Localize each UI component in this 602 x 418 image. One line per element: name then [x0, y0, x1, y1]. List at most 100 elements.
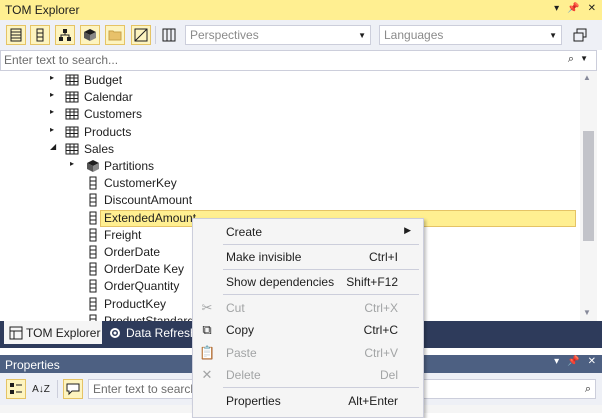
- tree-row[interactable]: ▸ Budget: [0, 72, 580, 89]
- tree-row[interactable]: ▸ Customers: [0, 106, 580, 123]
- search-icon[interactable]: ⌕: [585, 382, 591, 396]
- column-icon: [86, 228, 100, 242]
- show-folders-button[interactable]: [105, 25, 125, 45]
- expand-arrow-icon[interactable]: ▸: [70, 159, 74, 168]
- tree-item-label: OrderQuantity: [104, 279, 180, 294]
- tree-item-label: ProductKey: [104, 296, 167, 311]
- tree-row[interactable]: ◢ Sales: [0, 141, 580, 158]
- tree-item-label: Partitions: [104, 159, 155, 173]
- menu-separator: [223, 294, 419, 295]
- tree-item-label: ExtendedAmount: [104, 210, 197, 225]
- delete-icon: ✕: [201, 367, 213, 382]
- pin-icon[interactable]: 📌: [567, 356, 579, 367]
- tab-data-refresh-label: Data Refresh: [126, 326, 197, 340]
- tree-item-label: Calendar: [84, 90, 133, 105]
- expand-arrow-icon[interactable]: ▸: [50, 90, 54, 99]
- close-icon[interactable]: ✕: [588, 3, 596, 14]
- scroll-up-icon[interactable]: ▲: [583, 73, 591, 82]
- tree-item-label: Freight: [104, 227, 142, 242]
- tree-item-label: DiscountAmount: [104, 193, 193, 208]
- scroll-down-icon[interactable]: ▼: [583, 308, 591, 317]
- tree-item-label: OrderDate Key: [104, 262, 185, 277]
- table-icon: [65, 90, 79, 104]
- dropdown-icon[interactable]: ▾: [554, 3, 559, 14]
- tree-row[interactable]: ▸ Partitions: [0, 158, 580, 175]
- languages-dropdown[interactable]: Languages ▼: [379, 25, 562, 45]
- expand-arrow-icon[interactable]: ▸: [50, 107, 54, 116]
- show-hierarchies-button[interactable]: [55, 25, 75, 45]
- new-window-button[interactable]: [570, 25, 590, 45]
- show-hidden-button[interactable]: [131, 25, 151, 45]
- menu-item-properties[interactable]: Properties Alt+Enter: [193, 390, 423, 412]
- perspectives-dropdown[interactable]: Perspectives ▼: [185, 25, 371, 45]
- hierarchy-icon: [59, 29, 71, 41]
- show-columns-view-button[interactable]: [159, 25, 179, 45]
- partitions-icon: [86, 159, 100, 173]
- chevron-down-icon: ▼: [549, 31, 557, 40]
- properties-title-controls: ▾ 📌 ✕: [554, 356, 596, 367]
- expand-arrow-icon[interactable]: ▸: [50, 73, 54, 82]
- categorized-button[interactable]: [6, 379, 26, 399]
- tree-item-label: Products: [84, 124, 132, 139]
- tree-item-label: OrderDate: [104, 245, 161, 259]
- menu-item-shortcut: Ctrl+C: [363, 323, 398, 337]
- folder-icon: [108, 30, 122, 41]
- copy-icon: ⧉: [202, 322, 212, 337]
- tree-item-label: CustomerKey: [104, 176, 177, 191]
- tree-row[interactable]: DiscountAmount: [0, 192, 580, 209]
- menu-item-make-invisible[interactable]: Make invisible Ctrl+I: [193, 246, 423, 268]
- column-icon: [86, 262, 100, 276]
- column-icon: [86, 211, 100, 225]
- tree-row[interactable]: ▸ Calendar: [0, 89, 580, 106]
- paste-icon: 📋: [199, 345, 216, 360]
- column-icon: [86, 193, 100, 207]
- dropdown-icon[interactable]: ▾: [554, 356, 559, 367]
- show-partitions-button[interactable]: [80, 25, 100, 45]
- menu-separator: [223, 269, 419, 270]
- properties-search-placeholder: Enter text to search...: [93, 382, 208, 396]
- property-pages-button[interactable]: [63, 379, 83, 399]
- close-icon[interactable]: ✕: [588, 356, 596, 367]
- alphabetical-button[interactable]: A↓Z: [31, 379, 51, 399]
- search-icon[interactable]: ⌕: [568, 53, 574, 66]
- menu-item-shortcut: Ctrl+X: [364, 301, 398, 315]
- tree-item-label: ProductStandard: [104, 313, 195, 321]
- table-icon: [65, 73, 79, 87]
- context-menu: Create ▶ Make invisible Ctrl+I Show dependen…: [192, 218, 424, 418]
- table-icon: [65, 142, 79, 156]
- menu-item-label: Properties: [226, 394, 281, 408]
- toolbar: Perspectives ▼ Languages ▼: [0, 20, 602, 50]
- gear-icon: [110, 328, 120, 338]
- menu-item-show-dependencies[interactable]: Show dependencies Shift+F12: [193, 271, 423, 293]
- chevron-down-icon[interactable]: ▼: [580, 54, 588, 63]
- menu-item-label: Create: [226, 225, 263, 239]
- scrollbar-thumb[interactable]: [583, 131, 594, 241]
- expand-arrow-icon[interactable]: ▸: [50, 125, 54, 134]
- column-icon: [86, 314, 100, 321]
- show-tables-button[interactable]: [6, 25, 26, 45]
- column-icon: [36, 28, 44, 42]
- search-box: ⌕ ▼: [0, 50, 597, 71]
- menu-item-label: Make invisible: [226, 250, 302, 264]
- menu-item-paste[interactable]: 📋 Paste Ctrl+V: [193, 342, 423, 364]
- search-input[interactable]: [4, 53, 544, 67]
- show-columns-button[interactable]: [30, 25, 50, 45]
- collapse-arrow-icon[interactable]: ◢: [50, 142, 56, 151]
- new-window-icon: [573, 28, 587, 42]
- tree-row[interactable]: CustomerKey: [0, 175, 580, 192]
- pin-icon[interactable]: 📌: [567, 3, 579, 14]
- column-icon: [86, 297, 100, 311]
- menu-item-copy[interactable]: ⧉ Copy Ctrl+C: [193, 319, 423, 341]
- tree-item-label: Sales: [84, 141, 115, 156]
- table-icon: [65, 125, 79, 139]
- panel-title: TOM Explorer: [5, 3, 80, 17]
- menu-item-create[interactable]: Create ▶: [193, 221, 423, 243]
- menu-item-shortcut: Shift+F12: [346, 275, 398, 289]
- properties-title: Properties: [5, 358, 60, 372]
- toolbar-separator: [57, 380, 58, 398]
- columns-view-icon: [162, 28, 176, 42]
- tree-row[interactable]: ▸ Products: [0, 124, 580, 141]
- tab-tom-explorer[interactable]: TOM Explorer: [4, 321, 102, 344]
- menu-item-cut[interactable]: ✂ Cut Ctrl+X: [193, 297, 423, 319]
- menu-item-delete[interactable]: ✕ Delete Del: [193, 364, 423, 386]
